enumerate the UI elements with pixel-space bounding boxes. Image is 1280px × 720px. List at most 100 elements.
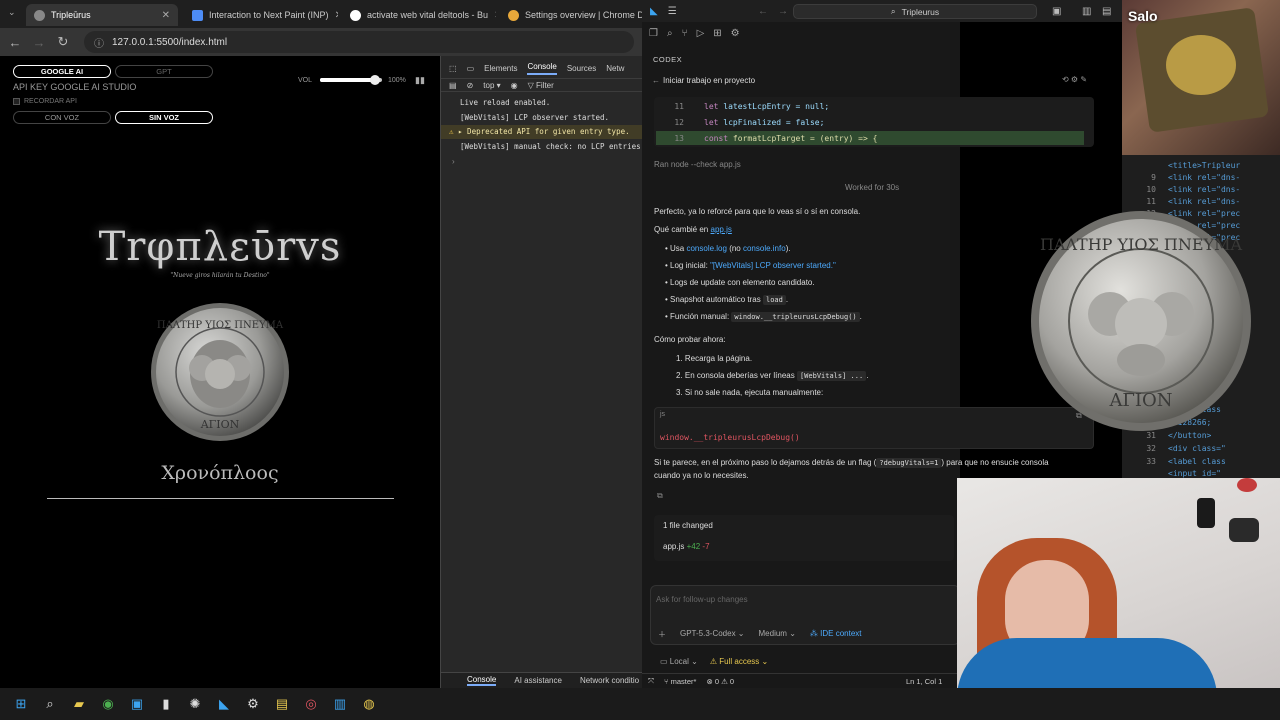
clear-icon[interactable]: ⊘	[467, 81, 474, 90]
inline-code: load	[762, 295, 786, 305]
extensions-icon[interactable]: ⊞	[713, 28, 721, 42]
drawer-tab-console[interactable]: Console	[467, 675, 497, 686]
model-label: GPT-5.3-Codex	[680, 629, 736, 638]
line-number: 9	[1151, 173, 1156, 182]
forward-icon[interactable]: →	[32, 35, 46, 50]
codex-icon[interactable]: ⚙	[731, 28, 740, 42]
file-link[interactable]: app.js	[711, 225, 732, 234]
notes-icon[interactable]: ▤	[273, 695, 291, 713]
run-debug-icon[interactable]: ▷	[697, 28, 705, 42]
close-tab-icon[interactable]: ✕	[335, 10, 338, 21]
copy-icon[interactable]: ⧉	[657, 491, 663, 501]
close-tab-icon[interactable]: ✕	[162, 10, 170, 21]
console-warning[interactable]: ⚠ ▸ Deprecated API for given entry type.	[441, 125, 642, 139]
back-arrow-icon[interactable]: ←	[652, 76, 660, 85]
local-select[interactable]: ▭ Local ⌄	[660, 657, 698, 666]
ask-input[interactable]: Ask for follow-up changes	[656, 595, 748, 604]
tab-inp[interactable]: Interaction to Next Paint (INP) ✕	[184, 4, 338, 26]
tab-tripleurus[interactable]: Tripleūrus ✕	[26, 4, 178, 26]
sin-voz-button[interactable]: SIN VOZ	[115, 111, 213, 124]
checkbox[interactable]	[13, 98, 20, 105]
document-icon[interactable]: ▥	[331, 695, 349, 713]
drawer-tab-network-conditions[interactable]: Network conditio	[580, 676, 639, 685]
bullet-link[interactable]: console.info	[743, 244, 786, 253]
layout-icon[interactable]: ▥	[1082, 6, 1091, 17]
code-line: 11 let latestLcpEntry = null;	[656, 99, 1084, 113]
speaker-icon[interactable]: ▮▮	[415, 75, 425, 86]
tab-sources[interactable]: Sources	[567, 64, 596, 73]
reload-icon[interactable]: ↻	[56, 34, 70, 50]
problems-indicator[interactable]: ⊗ 0 ⚠ 0	[706, 677, 734, 686]
google-ai-button[interactable]: GOOGLE AI	[13, 65, 111, 78]
command-center-search[interactable]: ⌕ Tripleurus	[793, 4, 1037, 19]
coin-top-text: ΠΑΛΤΗΡ ΥΙΟΣ ΠΝΕΥΜΑ	[1040, 235, 1243, 254]
remember-api[interactable]: RECORDAR API	[13, 98, 77, 105]
source-control-icon[interactable]: ⑂	[682, 28, 688, 42]
next-text: Si te parece, en el próximo paso lo deja…	[654, 458, 877, 467]
add-icon[interactable]: ＋	[658, 629, 666, 640]
vscode-icon[interactable]: ◣	[215, 695, 233, 713]
coin-image[interactable]: ΠΑΛΤΗΡ ΥΙΟΣ ΠΝΕΥΜΑ ΑΓΙΟΝ	[150, 302, 290, 442]
ide-context-toggle[interactable]: ⁂ IDE context	[810, 629, 862, 640]
access-select[interactable]: ⚠ Full access ⌄	[710, 657, 768, 666]
forward-icon[interactable]: →	[778, 6, 788, 17]
vscode-logo-icon: ◣	[650, 5, 658, 17]
sidebar-icon[interactable]: ▤	[449, 81, 457, 90]
search-icon[interactable]: ⌕	[667, 28, 673, 42]
tab-search[interactable]: activate web vital deltools - Bu ✕	[342, 4, 496, 26]
whatsapp-icon[interactable]: ◉	[99, 695, 117, 713]
tab-console[interactable]: Console	[527, 62, 557, 75]
menu-icon[interactable]: ☰	[668, 6, 677, 17]
drawer-tab-ai[interactable]: AI assistance	[514, 676, 562, 685]
back-icon[interactable]: ←	[8, 35, 22, 50]
ran-command[interactable]: Ran node --check app.js	[654, 160, 741, 169]
filter-field[interactable]: ▽ Filter	[528, 81, 554, 90]
effort-select[interactable]: Medium ⌄	[759, 629, 796, 640]
remote-icon[interactable]: ⤧	[648, 676, 654, 686]
branch-indicator[interactable]: ⑂ master*	[664, 677, 696, 686]
explorer-icon[interactable]: ❐	[649, 28, 658, 42]
prompt-caret-icon[interactable]: ›	[452, 157, 455, 166]
phone-icon[interactable]: ▮	[157, 695, 175, 713]
tab-elements[interactable]: Elements	[484, 64, 517, 73]
context-select[interactable]: top ▾	[483, 81, 500, 90]
api-key-field[interactable]: API KEY GOOGLE AI STUDIO	[13, 82, 136, 92]
line-text: <input id="	[1168, 469, 1221, 478]
next-step-line: Si te parece, en el próximo paso lo deja…	[654, 458, 1049, 468]
volume-knob[interactable]	[370, 75, 380, 85]
panel-icon[interactable]: ▤	[1102, 6, 1111, 17]
bullet-link[interactable]: "[WebVitals] LCP observer started."	[710, 261, 836, 270]
start-icon[interactable]: ⊞	[12, 695, 30, 713]
composer-toolbar: ＋ GPT-5.3-Codex ⌄ Medium ⌄ ⁂ IDE context	[658, 629, 862, 640]
changed-file-row[interactable]: app.js +42 -7	[663, 542, 710, 551]
coin-bottom-text: ΑΓΙΟΝ	[200, 418, 240, 431]
devtools-tabs: ⬚ ▭ Elements Console Sources Netw	[441, 60, 642, 76]
model-select[interactable]: GPT-5.3-Codex ⌄	[680, 629, 745, 640]
close-tab-icon[interactable]: ✕	[494, 10, 496, 21]
tab-settings[interactable]: Settings overview | Chrome D	[500, 4, 642, 26]
openai-icon[interactable]: ✺	[186, 695, 204, 713]
cursor-position[interactable]: Ln 1, Col 1	[906, 677, 942, 686]
back-icon[interactable]: ←	[758, 6, 768, 17]
opera-icon[interactable]: ◎	[302, 695, 320, 713]
tab-network[interactable]: Netw	[606, 64, 624, 73]
step-item: 2. En consola deberías ver líneas [WebVi…	[676, 371, 868, 381]
url-field[interactable]: ⓘ 127.0.0.1:5500/index.html	[84, 31, 634, 53]
device-icon[interactable]: ▭	[467, 64, 475, 73]
bullet-link[interactable]: console.log	[686, 244, 726, 253]
line-number: 11	[1146, 197, 1156, 206]
eye-icon[interactable]: ◉	[511, 81, 518, 90]
history-icon[interactable]: ⟲ ⚙ ✎	[1062, 75, 1087, 84]
con-voz-button[interactable]: CON VOZ	[13, 111, 111, 124]
tab-search-icon[interactable]: ⌄	[8, 7, 16, 18]
copilot-icon[interactable]: ▣	[1052, 6, 1061, 17]
inspect-icon[interactable]: ⬚	[449, 64, 457, 73]
bullet-item: • Función manual: window.__tripleurusLcp…	[665, 312, 862, 322]
search-icon[interactable]: ⌕	[41, 695, 59, 713]
file-explorer-icon[interactable]: ▰	[70, 695, 88, 713]
store-icon[interactable]: ▣	[128, 695, 146, 713]
chrome-icon[interactable]: ◍	[360, 695, 378, 713]
gpt-button[interactable]: GPT	[115, 65, 213, 78]
reply-intro: Perfecto, ya lo reforcé para que lo veas…	[654, 207, 861, 216]
settings-icon[interactable]: ⚙	[244, 695, 262, 713]
